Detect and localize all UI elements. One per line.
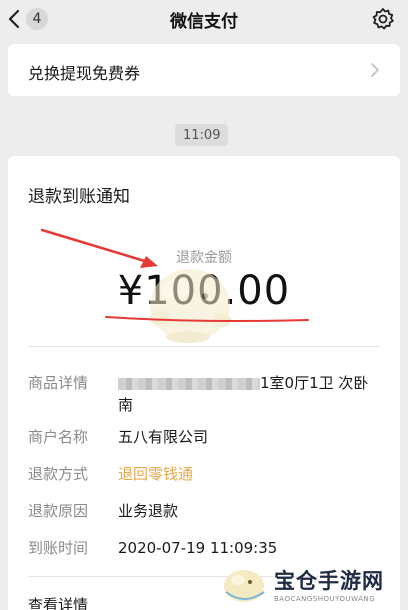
detail-key: 商户名称: [28, 428, 89, 446]
detail-key: 商品详情: [28, 374, 89, 392]
top-bar: 4 微信支付: [0, 0, 408, 38]
detail-value: 五八有限公司: [118, 428, 209, 446]
watermark-subtitle: BAOCANGSHOUYOUWANG: [274, 595, 376, 603]
watermark: 宝仓手游网 BAOCANGSHOUYOUWANG: [220, 560, 405, 608]
notice-title: 退款到账通知: [28, 187, 130, 207]
redacted-text: [118, 377, 260, 390]
detail-value: 业务退款: [118, 502, 179, 520]
gear-icon[interactable]: [370, 6, 396, 32]
detail-value: 1室0厅1卫 次卧 南: [118, 372, 388, 416]
detail-key: 到账时间: [28, 539, 89, 557]
product-detail-line2: 南: [118, 396, 134, 414]
product-detail-visible: 1室0厅1卫 次卧: [260, 374, 369, 392]
page-title: 微信支付: [170, 12, 238, 32]
coupon-label: 兑换提现免费券: [28, 64, 141, 83]
refund-notice-card[interactable]: 退款到账通知 退款金额 ¥100.00 商品详情 1室0厅1卫 次卧 南 商户名…: [8, 156, 400, 610]
detail-key: 退款方式: [28, 465, 89, 483]
watermark-text: 宝仓手游网 BAOCANGSHOUYOUWANG: [274, 565, 384, 603]
view-details-label: 查看详情: [28, 596, 89, 610]
detail-value: 2020-07-19 11:09:35: [118, 539, 278, 557]
coupon-card[interactable]: 兑换提现免费券: [8, 44, 400, 96]
refund-method-link[interactable]: 退回零钱通: [118, 463, 388, 485]
watermark-title: 宝仓手游网: [274, 568, 384, 593]
refund-amount-label: 退款金额: [176, 250, 232, 266]
refund-amount: ¥100.00: [117, 268, 291, 314]
detail-key: 退款原因: [28, 502, 89, 520]
chevron-right-icon: [370, 62, 380, 78]
divider: [28, 346, 380, 347]
watermark-logo: [220, 562, 270, 606]
message-timestamp: 11:09: [175, 124, 229, 146]
